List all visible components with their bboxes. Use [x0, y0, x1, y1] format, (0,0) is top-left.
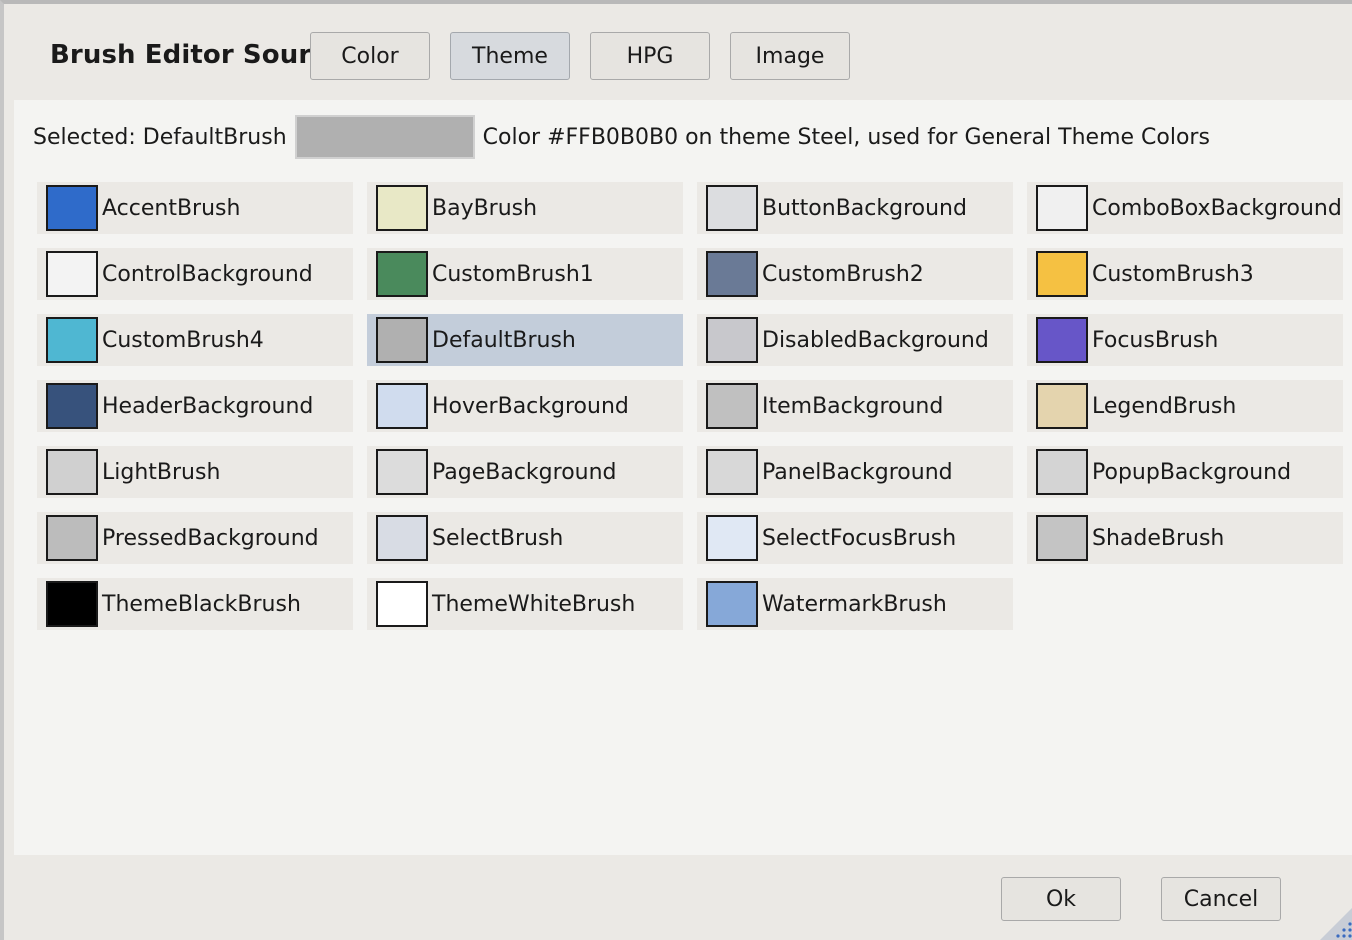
dialog-footer: Ok Cancel: [8, 855, 1352, 940]
brush-label: PopupBackground: [1092, 459, 1292, 485]
brush-swatch: [1036, 449, 1088, 495]
brush-item[interactable]: LegendBrush: [1027, 380, 1343, 432]
brush-item[interactable]: CustomBrush1: [367, 248, 683, 300]
brush-label: ButtonBackground: [762, 195, 967, 221]
selected-brush-label: Selected: DefaultBrush: [33, 124, 287, 150]
brush-label: PressedBackground: [102, 525, 319, 551]
brush-item[interactable]: CustomBrush2: [697, 248, 1013, 300]
brush-swatch: [1036, 251, 1088, 297]
brush-swatch: [1036, 185, 1088, 231]
brush-item[interactable]: FocusBrush: [1027, 314, 1343, 366]
brush-label: CustomBrush3: [1092, 261, 1254, 287]
brush-label: LightBrush: [102, 459, 221, 485]
brush-item[interactable]: HeaderBackground: [37, 380, 353, 432]
brush-label: ShadeBrush: [1092, 525, 1225, 551]
source-image-button[interactable]: Image: [730, 32, 850, 80]
selected-brush-description: Color #FFB0B0B0 on theme Steel, used for…: [482, 124, 1210, 150]
brush-item[interactable]: BayBrush: [367, 182, 683, 234]
brush-item[interactable]: ComboBoxBackground: [1027, 182, 1343, 234]
brush-swatch: [706, 251, 758, 297]
brush-label: WatermarkBrush: [762, 591, 947, 617]
resize-grip-icon[interactable]: [1316, 900, 1352, 940]
brush-item[interactable]: ItemBackground: [697, 380, 1013, 432]
brush-swatch: [706, 383, 758, 429]
brush-item[interactable]: AccentBrush: [37, 182, 353, 234]
brush-item[interactable]: WatermarkBrush: [697, 578, 1013, 630]
theme-brush-panel: Selected: DefaultBrush Color #FFB0B0B0 o…: [14, 100, 1352, 855]
brush-label: CustomBrush2: [762, 261, 924, 287]
brush-swatch: [706, 515, 758, 561]
brush-label: SelectBrush: [432, 525, 564, 551]
brush-label: DefaultBrush: [432, 327, 576, 353]
brush-swatch: [46, 185, 98, 231]
brush-item[interactable]: ControlBackground: [37, 248, 353, 300]
brush-swatch: [46, 383, 98, 429]
brush-label: LegendBrush: [1092, 393, 1237, 419]
source-theme-button[interactable]: Theme: [450, 32, 570, 80]
brush-item[interactable]: PressedBackground: [37, 512, 353, 564]
brush-label: PanelBackground: [762, 459, 953, 485]
brush-swatch: [46, 581, 98, 627]
brush-swatch: [376, 185, 428, 231]
brush-item[interactable]: SelectFocusBrush: [697, 512, 1013, 564]
brush-label: HoverBackground: [432, 393, 629, 419]
brush-item[interactable]: HoverBackground: [367, 380, 683, 432]
brush-label: ControlBackground: [102, 261, 313, 287]
brush-item[interactable]: PageBackground: [367, 446, 683, 498]
cancel-button[interactable]: Cancel: [1161, 877, 1281, 921]
brush-swatch: [1036, 383, 1088, 429]
brush-item[interactable]: DisabledBackground: [697, 314, 1013, 366]
brush-swatch: [706, 581, 758, 627]
brush-swatch: [376, 251, 428, 297]
brush-swatch: [376, 383, 428, 429]
source-header: Brush Editor Source: Color Theme HPG Ima…: [8, 8, 1352, 98]
brush-swatch: [46, 317, 98, 363]
brush-label: FocusBrush: [1092, 327, 1219, 353]
brush-swatch: [46, 449, 98, 495]
brush-item[interactable]: LightBrush: [37, 446, 353, 498]
brush-label: CustomBrush1: [432, 261, 594, 287]
brush-label: BayBrush: [432, 195, 538, 221]
brush-swatch: [376, 515, 428, 561]
brush-swatch: [376, 317, 428, 363]
brush-label: HeaderBackground: [102, 393, 314, 419]
brush-label: AccentBrush: [102, 195, 241, 221]
brush-item[interactable]: CustomBrush3: [1027, 248, 1343, 300]
selection-info: Selected: DefaultBrush Color #FFB0B0B0 o…: [33, 114, 1352, 160]
brush-swatch: [376, 581, 428, 627]
ok-button[interactable]: Ok: [1001, 877, 1121, 921]
brush-swatch: [706, 185, 758, 231]
brush-label: SelectFocusBrush: [762, 525, 957, 551]
selected-color-swatch: [294, 115, 475, 159]
brush-label: ItemBackground: [762, 393, 944, 419]
brush-item[interactable]: ThemeWhiteBrush: [367, 578, 683, 630]
brush-swatch: [706, 317, 758, 363]
brush-editor-dialog: Brush Editor Source: Color Theme HPG Ima…: [0, 0, 1352, 940]
brush-swatch: [46, 251, 98, 297]
brush-label: PageBackground: [432, 459, 617, 485]
brush-item[interactable]: ButtonBackground: [697, 182, 1013, 234]
brush-swatch: [376, 449, 428, 495]
brush-swatch: [706, 449, 758, 495]
brush-swatch: [46, 515, 98, 561]
brush-item[interactable]: ThemeBlackBrush: [37, 578, 353, 630]
brush-item[interactable]: SelectBrush: [367, 512, 683, 564]
brush-item[interactable]: PanelBackground: [697, 446, 1013, 498]
source-hpg-button[interactable]: HPG: [590, 32, 710, 80]
brush-item[interactable]: DefaultBrush: [367, 314, 683, 366]
brush-item[interactable]: CustomBrush4: [37, 314, 353, 366]
brush-label: ThemeBlackBrush: [102, 591, 301, 617]
source-color-button[interactable]: Color: [310, 32, 430, 80]
brush-item[interactable]: PopupBackground: [1027, 446, 1343, 498]
brush-label: ThemeWhiteBrush: [432, 591, 636, 617]
brush-label: ComboBoxBackground: [1092, 195, 1342, 221]
brush-label: DisabledBackground: [762, 327, 989, 353]
brush-swatch: [1036, 317, 1088, 363]
brush-label: CustomBrush4: [102, 327, 264, 353]
brush-swatch: [1036, 515, 1088, 561]
brush-item[interactable]: ShadeBrush: [1027, 512, 1343, 564]
